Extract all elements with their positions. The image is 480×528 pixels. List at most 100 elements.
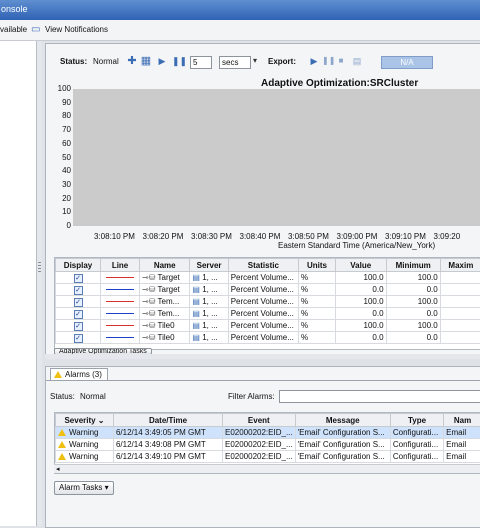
metrics-column-header[interactable]: Maxim [440,259,480,272]
server-cell: ▤ 1, ... [190,308,228,320]
pause-icon[interactable]: ❚❚ [172,55,184,67]
interval-stepper[interactable]: 5 [190,56,212,69]
table-row[interactable]: Warning6/12/14 3:49:08 PM GMTE02000202:E… [56,439,480,451]
table-row[interactable]: ✓⊸⛁ Tile0▤ 1, ...Percent Volume...%100.0… [56,320,480,332]
add-statistics-icon[interactable]: ✚ [126,55,138,67]
name-cell: Email [444,451,480,463]
value-cell: 100.0 [335,272,386,284]
status-label: Status: [60,57,87,66]
minimum-cell: 100.0 [386,296,440,308]
metrics-column-header[interactable]: Minimum [386,259,440,272]
export-status-field: N/A [381,56,433,69]
table-row[interactable]: ✓⊸⛁ Tem...▤ 1, ...Percent Volume...%100.… [56,296,480,308]
export-pause-icon[interactable]: ❚❚ [322,55,334,67]
y-tick-label: 70 [53,125,71,134]
name-cell: ⊸⛁ Tem... [140,296,190,308]
table-row[interactable]: ✓⊸⛁ Target▤ 1, ...Percent Volume...%100.… [56,272,480,284]
event-cell: E02000202:EID_... [223,451,296,463]
y-tick-label: 20 [53,194,71,203]
x-tick-label: 3:08:50 PM [288,232,329,241]
monitor-toolbar: Status: Normal ✚ ▦ ▶ ❚❚ 5 secs ▾ Export:… [46,53,480,71]
table-view-icon[interactable]: ▦ [140,55,152,67]
chevron-down-icon[interactable]: ▾ [249,55,261,67]
vertical-splitter[interactable] [37,41,42,526]
tab-alarms-label: Alarms (3) [65,370,102,379]
volume-icon: ⊸⛁ [142,273,155,282]
metrics-column-header[interactable]: Units [298,259,335,272]
statistic-cell: Percent Volume... [228,296,298,308]
alarms-column-header[interactable]: Nam [444,414,480,427]
horizontal-splitter[interactable] [45,354,480,359]
alarms-column-header[interactable]: Event [223,414,296,427]
y-tick-label: 30 [53,180,71,189]
alarms-column-header[interactable]: Severity ⌄ [56,414,114,427]
export-stop-icon[interactable]: ■ [335,55,347,67]
metrics-column-header[interactable]: Line [101,259,140,272]
navigation-pane[interactable] [0,41,37,526]
warning-icon [58,453,66,460]
metrics-column-header[interactable]: Statistic [228,259,298,272]
alarms-column-header[interactable]: Type [390,414,443,427]
play-icon[interactable]: ▶ [156,55,168,67]
minimum-cell: 0.0 [386,308,440,320]
event-cell: E02000202:EID_... [223,439,296,451]
metrics-column-header[interactable]: Display [56,259,101,272]
scroll-left-icon[interactable]: ◂ [56,465,60,473]
line-swatch [106,313,134,314]
display-checkbox[interactable]: ✓ [74,310,83,319]
metrics-column-header[interactable]: Value [335,259,386,272]
table-row[interactable]: ✓⊸⛁ Tile0▤ 1, ...Percent Volume...%0.00.… [56,332,480,344]
table-row[interactable]: Warning6/12/14 3:49:10 PM GMTE02000202:E… [56,451,480,463]
warning-icon [58,441,66,448]
maximum-cell [440,320,480,332]
x-tick-label: 3:09:10 PM [385,232,426,241]
type-cell: Configurati... [390,451,443,463]
alarms-column-header[interactable]: Date/Time [113,414,222,427]
y-tick-label: 40 [53,166,71,175]
server-cell: ▤ 1, ... [190,284,228,296]
display-checkbox[interactable]: ✓ [74,286,83,295]
view-notifications-link[interactable]: View Notifications [45,25,108,34]
table-row[interactable]: Warning6/12/14 3:49:05 PM GMTE02000202:E… [56,427,480,439]
alarm-tasks-button[interactable]: Alarm Tasks ▾ [54,481,114,495]
server-cell: ▤ 1, ... [190,332,228,344]
display-checkbox[interactable]: ✓ [74,334,83,343]
alarms-status-label: Status: [50,392,75,401]
server-icon: ▤ [192,285,200,294]
window-title: onsole [1,4,28,14]
x-tick-label: 3:08:30 PM [191,232,232,241]
warning-icon [54,371,62,378]
line-swatch [106,325,134,326]
server-cell: ▤ 1, ... [190,320,228,332]
interval-unit-select[interactable]: secs [219,56,251,69]
message-cell: 'Email' Configuration S... [295,451,390,463]
display-checkbox[interactable]: ✓ [74,298,83,307]
x-tick-label: 3:08:10 PM [94,232,135,241]
alarms-column-header[interactable]: Message [295,414,390,427]
export-settings-icon[interactable]: ▤ [351,55,363,67]
menu-item-available[interactable]: vailable [0,25,27,34]
y-tick-label: 10 [53,207,71,216]
table-row[interactable]: ✓⊸⛁ Tem...▤ 1, ...Percent Volume...%0.00… [56,308,480,320]
units-cell: % [298,308,335,320]
display-checkbox[interactable]: ✓ [74,274,83,283]
table-row[interactable]: ✓⊸⛁ Target▤ 1, ...Percent Volume...%0.00… [56,284,480,296]
metrics-column-header[interactable]: Server [190,259,228,272]
minimum-cell: 0.0 [386,284,440,296]
chart-title: Adaptive Optimization:SRCluster [261,78,418,89]
volume-icon: ⊸⛁ [142,309,155,318]
server-icon: ▤ [192,297,200,306]
datetime-cell: 6/12/14 3:49:10 PM GMT [113,451,222,463]
name-cell: ⊸⛁ Target [140,284,190,296]
minimum-cell: 0.0 [386,332,440,344]
name-cell: ⊸⛁ Tem... [140,308,190,320]
display-checkbox[interactable]: ✓ [74,322,83,331]
splitter-grip-icon[interactable] [38,262,41,274]
warning-icon [58,429,66,436]
name-cell: ⊸⛁ Target [140,272,190,284]
export-start-icon[interactable]: ▶ [308,55,320,67]
server-cell: ▤ 1, ... [190,272,228,284]
metrics-column-header[interactable]: Name [140,259,190,272]
filter-alarms-input[interactable] [279,390,480,403]
alarms-horizontal-scrollbar[interactable]: ◂ [54,464,480,473]
